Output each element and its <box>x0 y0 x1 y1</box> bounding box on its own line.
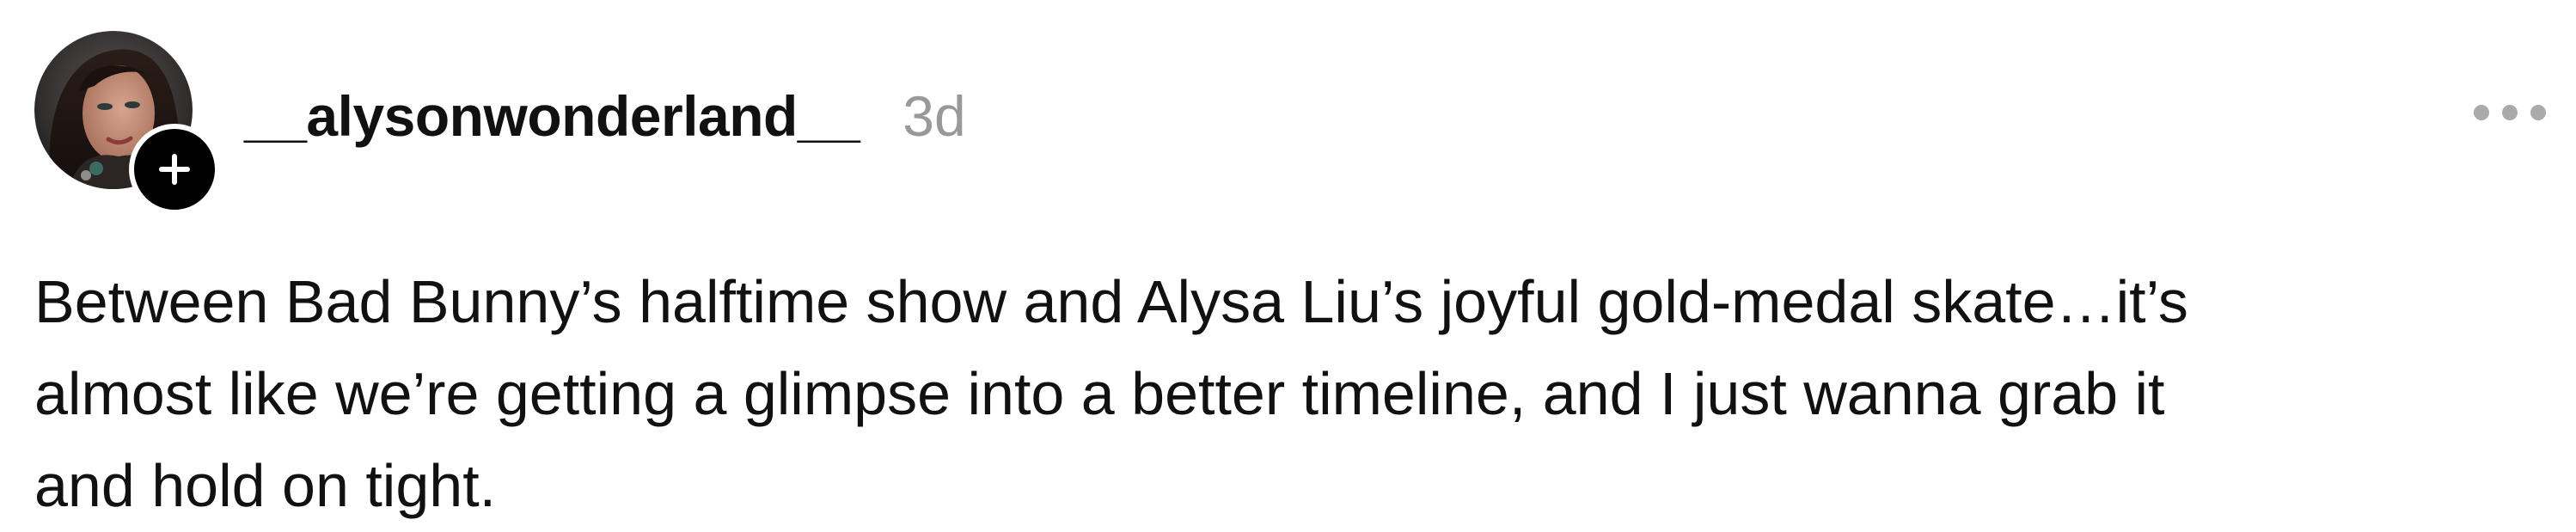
post-body-line: almost like we’re getting a glimpse into… <box>34 360 2165 427</box>
post-timestamp: 3d <box>903 84 966 148</box>
username-link[interactable]: __alysonwonderland__ <box>244 83 860 149</box>
plus-icon <box>156 150 193 188</box>
post-body-line: Between Bad Bunny’s halftime show and Al… <box>34 268 2188 335</box>
thread-post: __alysonwonderland__ 3d Between Bad Bunn… <box>0 0 2576 524</box>
more-horizontal-icon <box>2470 101 2549 128</box>
follow-button[interactable] <box>129 124 220 215</box>
post-header: __alysonwonderland__ 3d <box>244 77 966 155</box>
post-body-line: and hold on tight. <box>34 452 497 519</box>
more-options-button[interactable] <box>2467 95 2553 134</box>
avatar-container <box>34 31 220 215</box>
post-body: Between Bad Bunny’s halftime show and Al… <box>34 256 2527 532</box>
